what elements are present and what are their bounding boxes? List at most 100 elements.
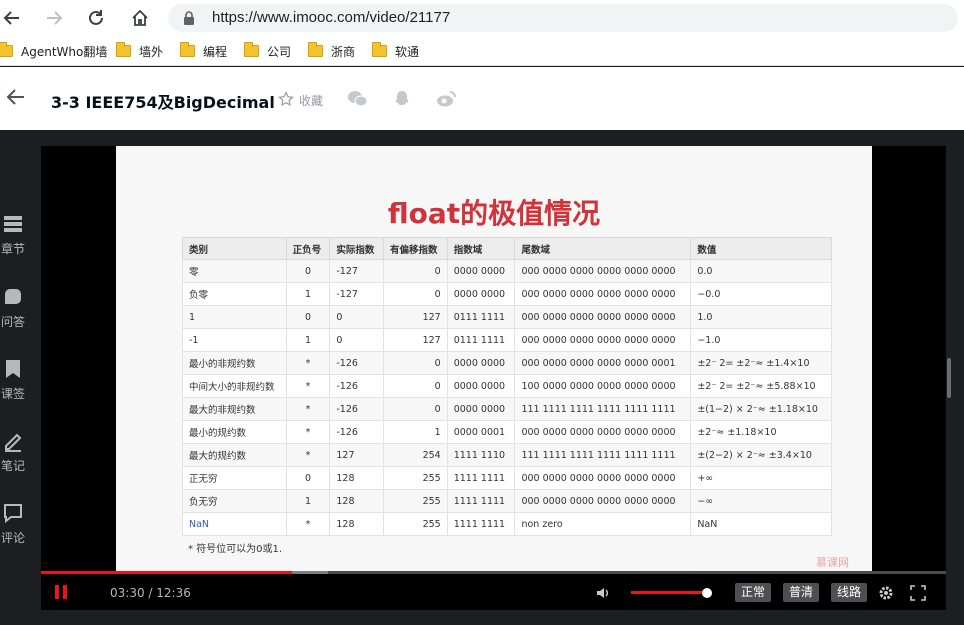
back-arrow-icon[interactable] bbox=[0, 6, 24, 30]
wechat-icon[interactable] bbox=[347, 89, 369, 111]
gear-icon[interactable] bbox=[878, 585, 894, 601]
sidebar-item-comments[interactable]: 评论 bbox=[0, 502, 26, 546]
table-row: 正无穷 0 128 255 1111 1111 000 0000 0000 0000 00… bbox=[182, 466, 832, 490]
favorite-label: 收藏 bbox=[299, 94, 324, 108]
sidebar-item-label: 评论 bbox=[0, 531, 25, 545]
table-cell: ±2⁻ 2= ±2⁻≈ ±1.4×10 bbox=[690, 351, 832, 375]
table-cell: 127 bbox=[329, 443, 385, 467]
folder-icon bbox=[116, 42, 131, 57]
table-cell: 1 bbox=[285, 328, 331, 352]
table-cell: 000 0000 0000 0000 0000 0000 bbox=[514, 328, 692, 352]
star-icon bbox=[278, 91, 294, 110]
folder-icon bbox=[244, 42, 259, 57]
bookmark-qiangwai[interactable]: 墙外 bbox=[116, 42, 163, 60]
lock-icon[interactable] bbox=[182, 10, 196, 26]
table-cell: NaN bbox=[182, 512, 287, 536]
sidebar-item-chapters[interactable]: 章节 bbox=[0, 213, 26, 257]
table-cell: 最大的规约数 bbox=[182, 443, 287, 467]
sidebar-item-bookmark[interactable]: 课签 bbox=[0, 358, 26, 402]
table-cell: 128 bbox=[329, 512, 385, 536]
qa-icon bbox=[0, 286, 26, 311]
table-header-row: 类别 正负号 实际指数 有偏移指数 指数域 尾数域 数值 bbox=[182, 237, 832, 260]
table-cell: 0000 0000 bbox=[446, 397, 516, 421]
table-row: 最小的非规约数 * -126 0 0000 0000 000 0000 0000 0000… bbox=[182, 351, 832, 375]
address-bar[interactable]: https://www.imooc.com/video/21177 bbox=[168, 4, 958, 32]
table-cell: −0.0 bbox=[690, 282, 832, 306]
fullscreen-icon[interactable] bbox=[910, 585, 926, 601]
table-cell: * bbox=[285, 512, 331, 536]
volume-slider[interactable] bbox=[631, 591, 707, 594]
table-row: 最大的非规约数 * -126 0 0000 0000 111 1111 1111 1111… bbox=[182, 397, 832, 421]
table-cell: 1111 1111 bbox=[446, 466, 516, 490]
sidebar-item-qa[interactable]: 问答 bbox=[0, 286, 26, 330]
bookmark-gongsi[interactable]: 公司 bbox=[244, 42, 291, 60]
table-cell: 000 0000 0000 0000 0000 0000 bbox=[514, 466, 692, 490]
table-cell: 128 bbox=[329, 489, 385, 513]
slide-title: float的极值情况 bbox=[387, 197, 601, 230]
table-cell: 0000 0001 bbox=[446, 420, 516, 444]
table-cell: 0000 0000 bbox=[446, 282, 516, 306]
slide-note: * 符号位可以为0或1. bbox=[188, 544, 283, 555]
sidebar-item-notes[interactable]: 笔记 bbox=[0, 430, 26, 474]
quality-normal-button[interactable]: 正常 bbox=[735, 583, 772, 602]
page-title: 3-3 IEEE754及BigDecimal bbox=[51, 93, 275, 112]
table-row: 最小的规约数 * -126 1 0000 0001 000 0000 0000 0000 … bbox=[182, 420, 832, 444]
table-cell: * bbox=[285, 420, 331, 444]
table-cell: 255 bbox=[383, 512, 448, 536]
folder-icon bbox=[372, 42, 387, 57]
table-cell: * bbox=[285, 443, 331, 467]
pause-icon bbox=[55, 585, 59, 599]
bookmark-label: 编程 bbox=[203, 44, 228, 59]
table-cell: ±2⁻ 2= ±2⁻≈ ±5.88×10 bbox=[690, 374, 832, 398]
qq-icon[interactable] bbox=[392, 89, 414, 111]
table-row: 负零 1 -127 0 0000 0000 000 0000 0000 0000 0000… bbox=[182, 282, 832, 306]
forward-arrow-icon[interactable] bbox=[42, 6, 66, 30]
reload-icon[interactable] bbox=[84, 6, 108, 30]
favorite-button[interactable]: 收藏 bbox=[278, 91, 323, 110]
table-body: 零 0 -127 0 0000 0000 000 0000 0000 0000 0000 … bbox=[182, 259, 832, 536]
table-cell: 1111 1111 bbox=[446, 489, 516, 513]
home-icon[interactable] bbox=[128, 6, 152, 30]
sidebar-item-label: 问答 bbox=[0, 315, 25, 329]
route-button[interactable]: 线路 bbox=[831, 583, 868, 602]
weibo-icon[interactable] bbox=[436, 89, 458, 111]
bookmark-biancheng[interactable]: 编程 bbox=[180, 42, 227, 60]
table-cell: 最小的规约数 bbox=[182, 420, 287, 444]
table-row: NaN * 128 255 1111 1111 non zero NaN bbox=[182, 512, 832, 536]
table-cell: -127 bbox=[329, 259, 385, 283]
table-cell: 0000 0000 bbox=[446, 351, 516, 375]
table-cell: -126 bbox=[329, 374, 385, 398]
table-cell: 000 0000 0000 0000 0000 0000 bbox=[514, 259, 692, 283]
table-cell: NaN bbox=[690, 512, 832, 536]
volume-icon[interactable] bbox=[595, 585, 611, 601]
side-scroll-handle[interactable] bbox=[947, 358, 951, 398]
table-cell: 0 bbox=[383, 259, 448, 283]
bookmark-zheshang[interactable]: 浙商 bbox=[308, 42, 355, 60]
table-cell: 1 bbox=[383, 420, 448, 444]
chapters-icon bbox=[0, 213, 26, 238]
table-cell: 1.0 bbox=[690, 305, 832, 329]
table-cell: -126 bbox=[329, 397, 385, 421]
table-row: 负无穷 1 128 255 1111 1111 000 0000 0000 0000 00… bbox=[182, 489, 832, 513]
table-cell: 负无穷 bbox=[182, 489, 287, 513]
table-cell: 0000 0000 bbox=[446, 259, 516, 283]
table-cell: 255 bbox=[383, 466, 448, 490]
table-cell: 0111 1111 bbox=[446, 305, 516, 329]
table-cell: 000 0000 0000 0000 0000 0000 bbox=[514, 282, 692, 306]
url-text[interactable]: https://www.imooc.com/video/21177 bbox=[212, 9, 450, 26]
table-cell: * bbox=[285, 374, 331, 398]
table-header-cell: 类别 bbox=[182, 237, 287, 260]
table-header-cell: 指数域 bbox=[446, 237, 516, 260]
bookmark-agentwho[interactable]: AgentWho翻墙 bbox=[0, 42, 107, 60]
folder-icon bbox=[0, 42, 13, 57]
table-cell: 0111 1111 bbox=[446, 328, 516, 352]
pause-button[interactable] bbox=[51, 580, 75, 604]
table-cell: * bbox=[285, 351, 331, 375]
table-cell: 零 bbox=[182, 259, 287, 283]
quality-sd-button[interactable]: 普清 bbox=[783, 583, 820, 602]
bookmark-ruantong[interactable]: 软通 bbox=[372, 42, 419, 60]
folder-icon bbox=[180, 42, 195, 57]
back-arrow-icon[interactable] bbox=[6, 87, 28, 109]
volume-knob[interactable] bbox=[702, 588, 712, 598]
table-cell: -126 bbox=[329, 351, 385, 375]
